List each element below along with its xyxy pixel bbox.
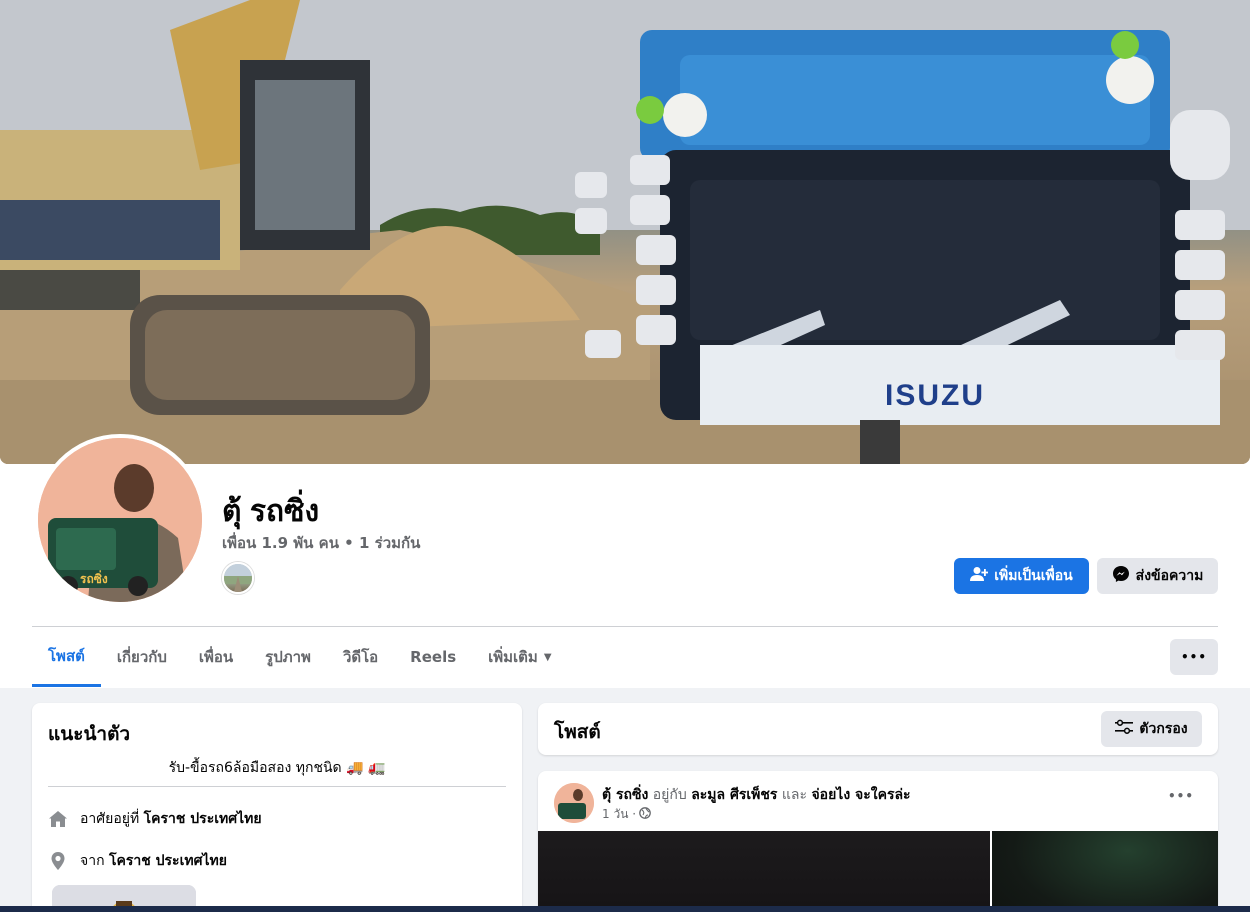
header-divider bbox=[32, 626, 1218, 627]
message-label: ส่งข้อความ bbox=[1135, 568, 1204, 584]
more-dots-icon: ••• bbox=[1180, 650, 1207, 664]
from-prefix: จาก bbox=[80, 853, 105, 869]
tab-reels[interactable]: Reels bbox=[394, 628, 472, 686]
mutual-friend-photo bbox=[224, 564, 252, 592]
posts-title: โพสต์ bbox=[554, 721, 601, 743]
tab-photos-label: รูปภาพ bbox=[265, 648, 311, 666]
tab-friends[interactable]: เพื่อน bbox=[183, 628, 249, 686]
tab-more[interactable]: เพิ่มเติม ▼ bbox=[472, 628, 567, 686]
post-options-button[interactable]: ••• bbox=[1168, 789, 1194, 803]
posts-header-card: โพสต์ ตัวกรอง bbox=[538, 703, 1218, 755]
location-pin-icon bbox=[48, 851, 68, 871]
filter-button[interactable]: ตัวกรอง bbox=[1101, 711, 1202, 747]
add-friend-label: เพิ่มเป็นเพื่อน bbox=[994, 568, 1073, 584]
post-meta: 1 วัน · bbox=[602, 805, 651, 824]
friends-count[interactable]: เพื่อน 1.9 พัน คน • 1 ร่วมกัน bbox=[222, 531, 420, 555]
avatar-photo: รถซิ่ง bbox=[38, 438, 202, 602]
intro-divider bbox=[48, 786, 506, 787]
lives-in-prefix: อาศัยอยู่ที่ bbox=[80, 811, 140, 827]
message-button[interactable]: ส่งข้อความ bbox=[1097, 558, 1218, 594]
tab-about-label: เกี่ยวกับ bbox=[116, 648, 167, 666]
tab-posts-label: โพสต์ bbox=[48, 647, 85, 665]
from-place[interactable]: โคราช ประเทศไทย bbox=[109, 853, 227, 869]
tab-photos[interactable]: รูปภาพ bbox=[249, 628, 327, 686]
filter-label: ตัวกรอง bbox=[1139, 721, 1188, 737]
cover-truck-brand: ISUZU bbox=[885, 379, 985, 412]
post-and-word: และ bbox=[781, 787, 808, 803]
tab-videos[interactable]: วิดีโอ bbox=[327, 628, 394, 686]
tab-friends-label: เพื่อน bbox=[198, 648, 234, 666]
intro-from: จาก โคราช ประเทศไทย bbox=[48, 850, 227, 872]
post-author-photo bbox=[554, 783, 594, 823]
mutual-friend-avatar[interactable] bbox=[222, 562, 254, 594]
post-timestamp[interactable]: 1 วัน · bbox=[602, 805, 636, 824]
taskbar-strip bbox=[0, 906, 1250, 912]
tab-videos-label: วิดีโอ bbox=[342, 648, 379, 666]
home-icon bbox=[48, 809, 68, 829]
cover-illustration: ISUZU bbox=[0, 0, 1250, 464]
add-friend-button[interactable]: เพิ่มเป็นเพื่อน bbox=[954, 558, 1089, 594]
caret-down-icon: ▼ bbox=[543, 651, 552, 663]
post-header: ตุ้ รถซิ่ง อยู่กับ ละมูล ศีรเพ็ชร และ จ่… bbox=[602, 784, 911, 806]
globe-icon bbox=[639, 807, 651, 822]
intro-card: แนะนำตัว รับ-ขื้อรถ6ล้อมือสอง ทุกชนิด 🚚 … bbox=[32, 703, 522, 912]
more-options-button[interactable]: ••• bbox=[1170, 639, 1218, 675]
messenger-icon bbox=[1112, 565, 1130, 587]
profile-avatar[interactable]: รถซิ่ง bbox=[38, 438, 202, 602]
tab-reels-label: Reels bbox=[410, 648, 457, 666]
post-tagged-person-2[interactable]: จ่อยไง จะใครล่ะ bbox=[811, 787, 910, 803]
tab-about[interactable]: เกี่ยวกับ bbox=[101, 628, 183, 686]
tab-more-label: เพิ่มเติม bbox=[488, 648, 538, 666]
profile-header: ISUZU รถซิ่ง ตุ้ รถซิ่ง เพื่อน 1.9 พัน ค… bbox=[0, 0, 1250, 688]
lives-in-place[interactable]: โคราช ประเทศไทย bbox=[144, 811, 262, 827]
tab-posts[interactable]: โพสต์ bbox=[32, 628, 101, 687]
post-card: ตุ้ รถซิ่ง อยู่กับ ละมูล ศีรเพ็ชร และ จ่… bbox=[538, 771, 1218, 912]
filter-sliders-icon bbox=[1115, 719, 1134, 739]
post-with-word: อยู่กับ bbox=[652, 787, 687, 803]
profile-name: ตุ้ รถซิ่ง bbox=[222, 495, 320, 528]
post-photo-2[interactable] bbox=[992, 831, 1218, 912]
post-author-name[interactable]: ตุ้ รถซิ่ง bbox=[602, 787, 648, 803]
intro-bio: รับ-ขื้อรถ6ล้อมือสอง ทุกชนิด 🚚 🚛 bbox=[168, 760, 386, 776]
add-friend-icon bbox=[970, 566, 989, 586]
post-photo-1[interactable] bbox=[538, 831, 990, 912]
post-author-avatar[interactable] bbox=[554, 783, 594, 823]
profile-tabs: โพสต์ เกี่ยวกับ เพื่อน รูปภาพ วิดีโอ Ree… bbox=[32, 628, 568, 688]
cover-photo[interactable]: ISUZU bbox=[0, 0, 1250, 464]
intro-title: แนะนำตัว bbox=[48, 723, 131, 745]
avatar-caption: รถซิ่ง bbox=[80, 570, 108, 586]
intro-lives-in: อาศัยอยู่ที่ โคราช ประเทศไทย bbox=[48, 808, 262, 830]
post-tagged-person-1[interactable]: ละมูล ศีรเพ็ชร bbox=[691, 787, 777, 803]
